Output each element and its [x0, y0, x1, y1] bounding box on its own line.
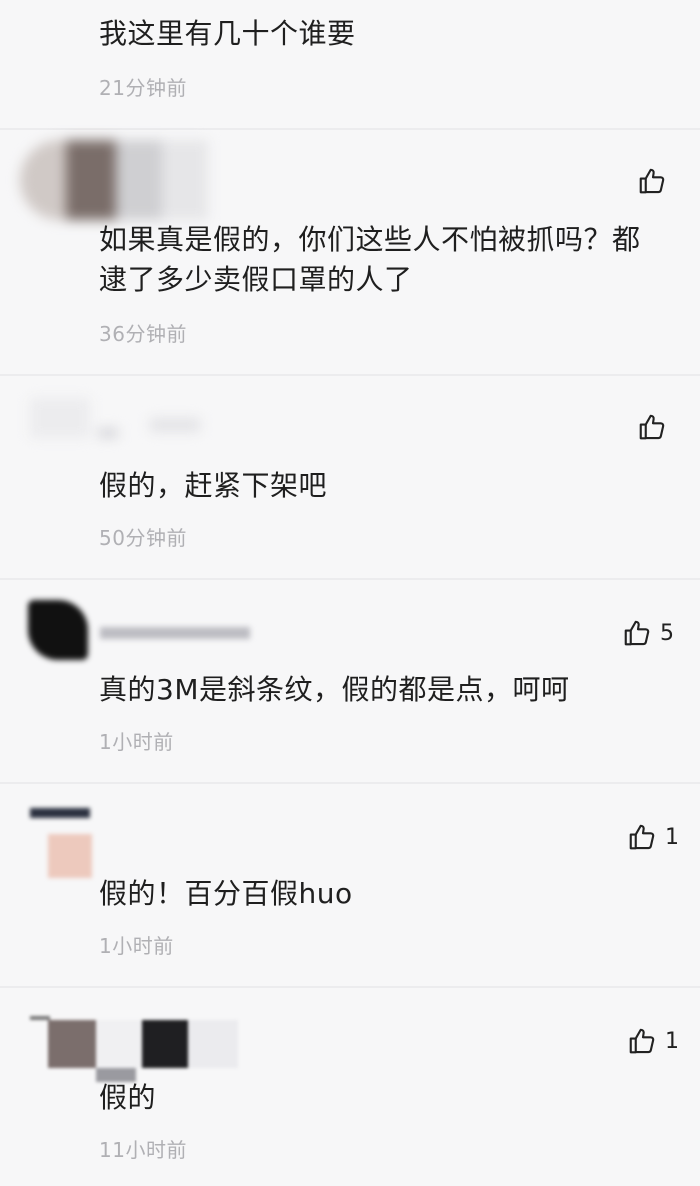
comment-item: 1 假的！百分百假huo 1小时前 [0, 784, 700, 986]
comment-text: 我这里有几十个谁要 [99, 17, 356, 50]
comment-text: 假的，赶紧下架吧 [99, 469, 328, 502]
comment-timestamp: 1小时前 [99, 934, 174, 958]
comment-timestamp: 1小时前 [99, 730, 174, 754]
avatar[interactable] [30, 398, 200, 448]
thumbs-up-icon [624, 620, 650, 646]
like-button[interactable] [637, 166, 675, 196]
comment-text: 假的！百分百假huo [99, 877, 353, 910]
thumbs-up-icon [639, 168, 665, 194]
comment-timestamp: 11小时前 [99, 1138, 187, 1162]
like-count: 5 [660, 620, 674, 646]
avatar[interactable] [30, 1016, 240, 1086]
comment-timestamp: 36分钟前 [99, 322, 187, 346]
like-button[interactable]: 5 [622, 618, 674, 648]
comment-item: 我这里有几十个谁要 21分钟前 [0, 0, 700, 128]
comment-text: 假的 [99, 1081, 157, 1114]
like-count: 1 [665, 824, 679, 850]
avatar[interactable] [20, 140, 220, 220]
comment-item: 假的，赶紧下架吧 50分钟前 [0, 376, 700, 578]
thumbs-up-icon [639, 414, 665, 440]
like-button[interactable]: 1 [627, 1026, 679, 1056]
comment-item: 5 真的3M是斜条纹，假的都是点，呵呵 1小时前 [0, 580, 700, 782]
comment-item: 1 假的 11小时前 [0, 988, 700, 1186]
thumbs-up-icon [629, 1028, 655, 1054]
comment-timestamp: 50分钟前 [99, 526, 187, 550]
comment-timestamp: 21分钟前 [99, 76, 187, 100]
comment-item: 如果真是假的，你们这些人不怕被抓吗？都逮了多少卖假口罩的人了 36分钟前 [0, 130, 700, 374]
avatar[interactable] [28, 600, 88, 660]
comment-text: 真的3M是斜条纹，假的都是点，呵呵 [99, 673, 570, 706]
like-button[interactable] [637, 412, 675, 442]
like-button[interactable]: 1 [627, 822, 679, 852]
avatar[interactable] [30, 808, 100, 882]
like-count: 1 [665, 1028, 679, 1054]
thumbs-up-icon [629, 824, 655, 850]
comment-text: 如果真是假的，你们这些人不怕被抓吗？都逮了多少卖假口罩的人了 [99, 223, 641, 296]
username [100, 620, 250, 644]
